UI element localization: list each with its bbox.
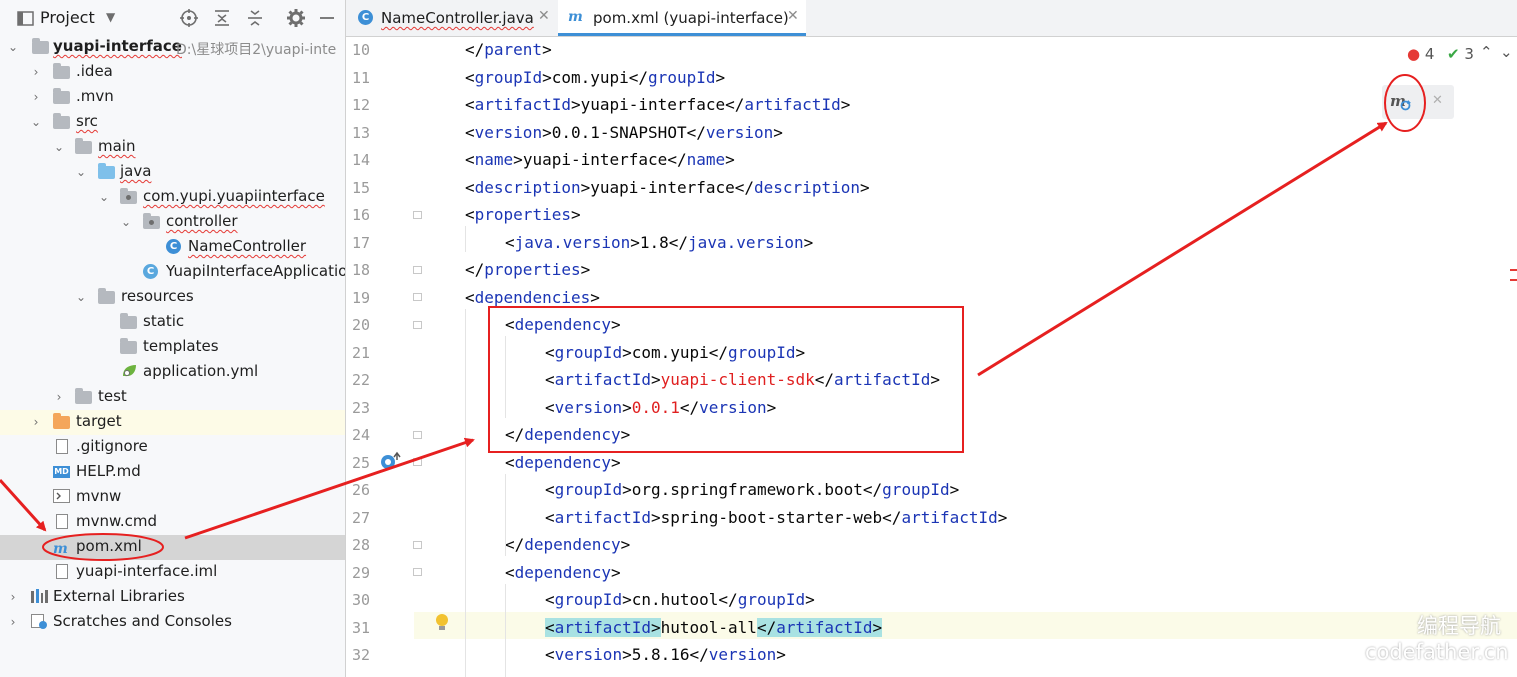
arrow-to-pom-xml [0,478,47,532]
pom-xml-ellipse [42,533,164,561]
highlight-box [488,306,964,453]
maven-reload-ellipse [1384,74,1426,132]
annotation-overlay [0,74,1426,561]
arrow-to-dependency [184,437,475,540]
arrow-to-maven-reload [977,121,1388,377]
